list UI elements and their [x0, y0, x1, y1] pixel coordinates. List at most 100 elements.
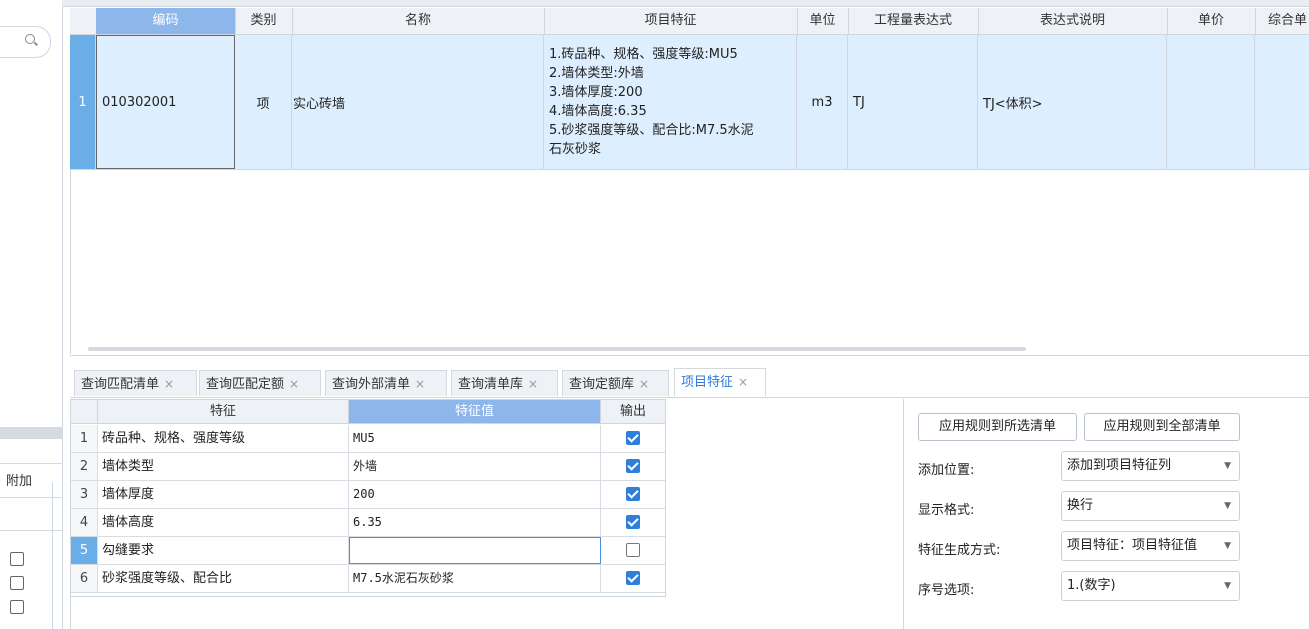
cell-expression-desc[interactable]: TJ<体积> — [978, 35, 1167, 169]
feature-value[interactable]: M7.5水泥石灰砂浆 — [349, 565, 601, 592]
tab-label: 项目特征 — [681, 375, 734, 390]
feature-value[interactable]: MU5 — [349, 425, 601, 452]
column-header-features[interactable]: 项目特征 — [544, 8, 798, 34]
tab-query-bill-library[interactable]: 查询清单库 × — [451, 370, 558, 396]
column-header-feature-value[interactable]: 特征值 — [349, 400, 601, 424]
left-search-box[interactable] — [0, 26, 51, 58]
left-checkbox-3[interactable] — [10, 600, 24, 614]
add-position-value: 添加到项目特征列 — [1067, 458, 1172, 473]
generation-method-select[interactable]: 项目特征：项目特征值 ▼ — [1061, 531, 1240, 561]
table-row[interactable]: 5 勾缝要求 — [71, 537, 665, 565]
column-header-code[interactable]: 编码 — [96, 8, 236, 34]
tab-label: 查询定额库 — [569, 377, 635, 392]
tab-query-quota-library[interactable]: 查询定额库 × — [562, 370, 669, 396]
feature-name: 砖品种、规格、强度等级 — [98, 425, 349, 452]
tab-label: 查询匹配清单 — [81, 377, 160, 392]
output-cell[interactable] — [601, 481, 665, 508]
cell-name[interactable]: 实心砖墙 — [292, 35, 544, 169]
cell-features[interactable]: 1.砖品种、规格、强度等级:MU5 2.墙体类型:外墙 3.墙体厚度:200 4… — [544, 35, 797, 169]
feature-row-number-header — [71, 400, 98, 424]
left-divider — [0, 463, 62, 464]
chevron-down-icon[interactable]: ▼ — [1224, 492, 1231, 520]
tab-label: 查询匹配定额 — [206, 377, 285, 392]
output-cell[interactable] — [601, 565, 665, 592]
table-row[interactable]: 1 010302001 项 实心砖墙 1.砖品种、规格、强度等级:MU5 2.墙… — [70, 35, 1309, 170]
feature-name: 勾缝要求 — [98, 537, 349, 564]
close-icon[interactable]: × — [639, 377, 649, 391]
tab-query-matched-quota[interactable]: 查询匹配定额 × — [199, 370, 321, 396]
feature-value[interactable]: 6.35 — [349, 509, 601, 536]
feature-row-number[interactable]: 3 — [71, 481, 98, 508]
output-cell[interactable] — [601, 425, 665, 452]
output-checkbox[interactable] — [626, 515, 640, 529]
feature-name: 墙体高度 — [98, 509, 349, 536]
table-row[interactable]: 2 墙体类型 外墙 — [71, 453, 665, 481]
apply-rules-all-button[interactable]: 应用规则到全部清单 — [1084, 413, 1240, 441]
column-header-name[interactable]: 名称 — [292, 8, 545, 34]
cell-total[interactable] — [1255, 35, 1309, 169]
search-icon[interactable] — [25, 34, 35, 44]
cell-unit[interactable]: m3 — [797, 35, 848, 169]
chevron-down-icon[interactable]: ▼ — [1224, 452, 1231, 480]
tab-project-features[interactable]: 项目特征 × — [674, 368, 766, 396]
cell-category[interactable]: 项 — [235, 35, 292, 169]
chevron-down-icon[interactable]: ▼ — [1224, 572, 1231, 600]
sequence-option-select[interactable]: 1.(数字) ▼ — [1061, 571, 1240, 601]
cell-code[interactable]: 010302001 — [96, 35, 235, 169]
output-cell[interactable] — [601, 537, 665, 564]
output-checkbox[interactable] — [626, 571, 640, 585]
table-row[interactable]: 6 砂浆强度等级、配合比 M7.5水泥石灰砂浆 — [71, 565, 665, 593]
output-checkbox[interactable] — [626, 431, 640, 445]
add-position-select[interactable]: 添加到项目特征列 ▼ — [1061, 451, 1240, 481]
cell-expression[interactable]: TJ — [848, 35, 978, 169]
close-icon[interactable]: × — [415, 377, 425, 391]
display-format-value: 换行 — [1067, 498, 1094, 513]
chevron-down-icon[interactable]: ▼ — [1224, 532, 1231, 560]
table-row[interactable]: 3 墙体厚度 200 — [71, 481, 665, 509]
output-checkbox[interactable] — [626, 543, 640, 557]
feature-grid: 特征 特征值 输出 1 砖品种、规格、强度等级 MU5 2 墙体类型 外墙 3 … — [70, 399, 666, 597]
feature-value[interactable]: 200 — [349, 481, 601, 508]
close-icon[interactable]: × — [528, 377, 538, 391]
tab-label: 查询清单库 — [458, 377, 524, 392]
bill-table-header: 编码 类别 名称 项目特征 单位 工程量表达式 表达式说明 单价 综合单 — [70, 8, 1309, 35]
table-row[interactable]: 1 砖品种、规格、强度等级 MU5 — [71, 425, 665, 453]
column-header-unit[interactable]: 单位 — [797, 8, 849, 34]
close-icon[interactable]: × — [289, 377, 299, 391]
column-header-total[interactable]: 综合单 — [1255, 8, 1309, 34]
tab-query-matched-bill[interactable]: 查询匹配清单 × — [74, 370, 197, 396]
feature-row-number[interactable]: 6 — [71, 565, 98, 592]
table-row[interactable]: 4 墙体高度 6.35 — [71, 509, 665, 537]
feature-row-number[interactable]: 1 — [71, 425, 98, 452]
close-icon[interactable]: × — [738, 375, 748, 389]
row-number[interactable]: 1 — [70, 35, 96, 169]
left-column-header-fujia: 附加 — [6, 474, 33, 489]
close-icon[interactable]: × — [164, 377, 174, 391]
output-checkbox[interactable] — [626, 459, 640, 473]
output-cell[interactable] — [601, 509, 665, 536]
cell-unit-price[interactable] — [1167, 35, 1255, 169]
feature-value[interactable]: 外墙 — [349, 453, 601, 480]
left-checkbox-1[interactable] — [10, 552, 24, 566]
feature-row-number[interactable]: 5 — [71, 537, 98, 564]
feature-name: 墙体类型 — [98, 453, 349, 480]
column-header-category[interactable]: 类别 — [235, 8, 293, 34]
output-cell[interactable] — [601, 453, 665, 480]
apply-rules-selected-button[interactable]: 应用规则到所选清单 — [918, 413, 1077, 441]
feature-row-number[interactable]: 2 — [71, 453, 98, 480]
tab-query-external-bill[interactable]: 查询外部清单 × — [325, 370, 447, 396]
toolbar-edge — [62, 0, 1309, 7]
column-header-feature[interactable]: 特征 — [98, 400, 349, 424]
display-format-label: 显示格式: — [918, 503, 975, 518]
output-checkbox[interactable] — [626, 487, 640, 501]
display-format-select[interactable]: 换行 ▼ — [1061, 491, 1240, 521]
column-header-unit-price[interactable]: 单价 — [1167, 8, 1256, 34]
feature-row-number[interactable]: 4 — [71, 509, 98, 536]
column-header-output[interactable]: 输出 — [601, 400, 665, 424]
left-checkbox-2[interactable] — [10, 576, 24, 590]
column-header-expression[interactable]: 工程量表达式 — [848, 8, 979, 34]
cell-features-text: 1.砖品种、规格、强度等级:MU5 2.墙体类型:外墙 3.墙体厚度:200 4… — [549, 47, 754, 157]
horizontal-scrollbar[interactable] — [88, 347, 1026, 351]
column-header-expression-desc[interactable]: 表达式说明 — [978, 8, 1168, 34]
feature-value-input[interactable] — [349, 537, 601, 564]
